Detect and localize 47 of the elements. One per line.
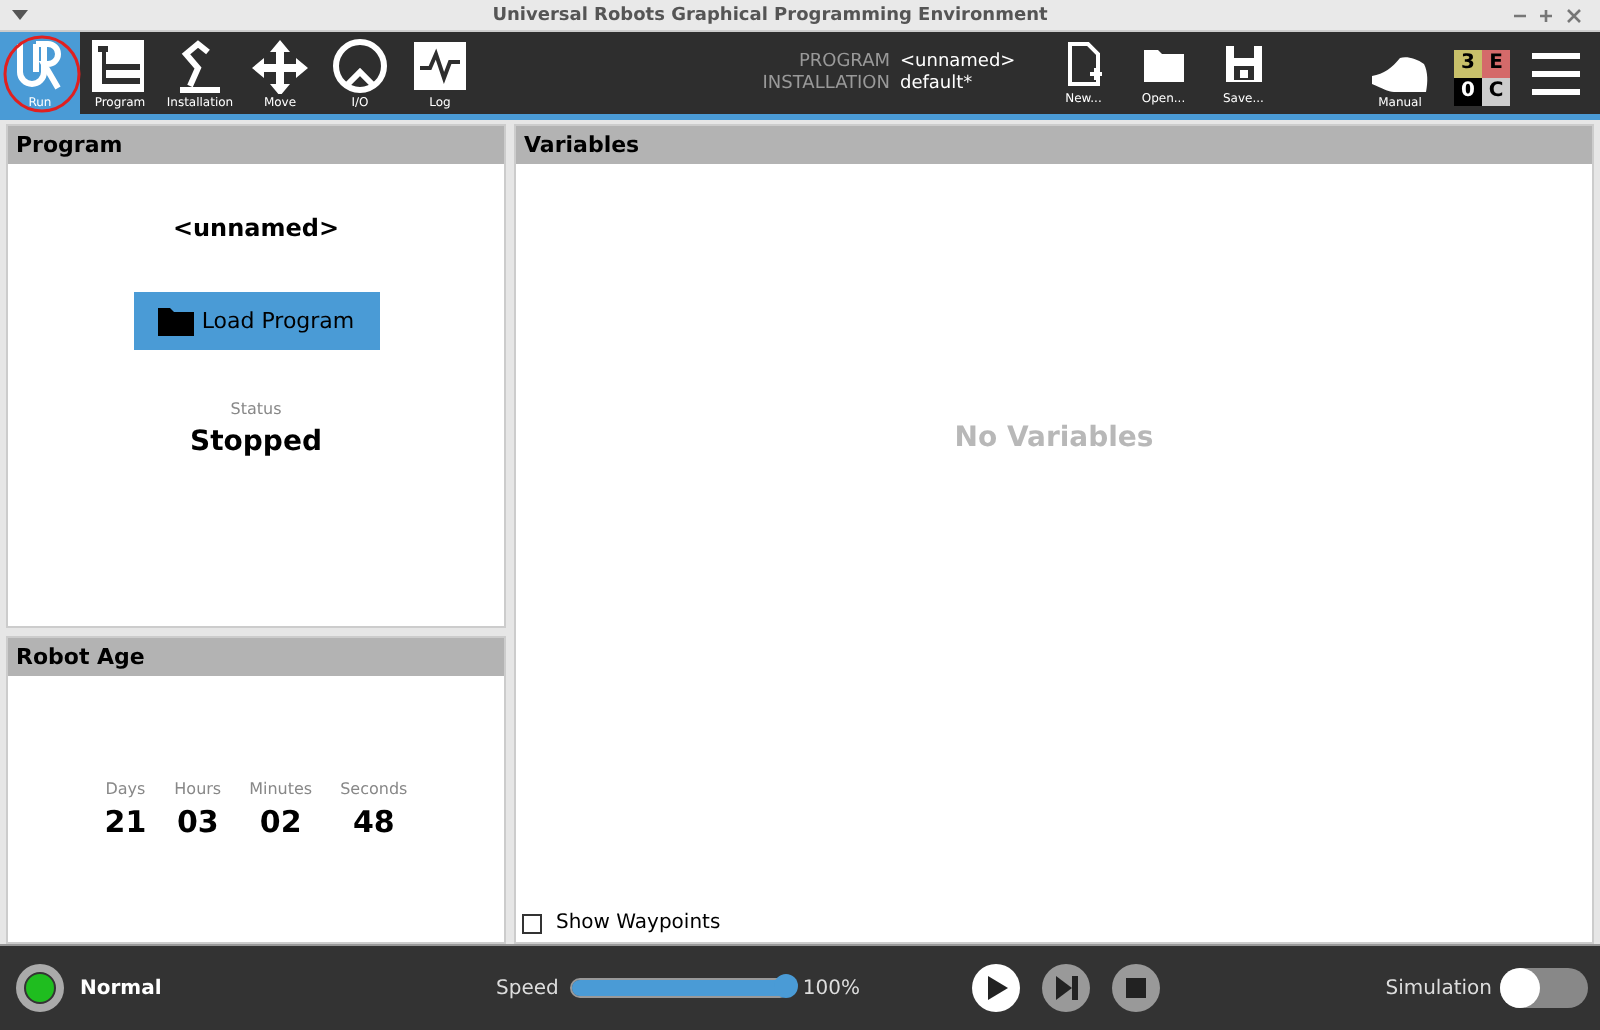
move-arrows-icon bbox=[250, 37, 310, 93]
highlight-circle bbox=[2, 34, 82, 114]
program-tree-icon bbox=[90, 37, 150, 93]
age-unit-label: Hours bbox=[174, 780, 222, 798]
safety-indicator: E bbox=[1482, 49, 1510, 77]
age-unit-label: Minutes bbox=[249, 780, 313, 798]
step-icon bbox=[1051, 974, 1080, 1002]
age-unit-label: Days bbox=[105, 780, 146, 798]
play-button[interactable] bbox=[971, 964, 1020, 1012]
window-controls-icon[interactable] bbox=[1512, 7, 1584, 23]
program-status: Stopped bbox=[190, 426, 322, 458]
info-value: <unnamed> bbox=[900, 52, 1016, 72]
safety-indicator: C bbox=[1482, 77, 1510, 105]
checkbox-label: Show Waypoints bbox=[556, 912, 721, 934]
info-label: INSTALLATION bbox=[760, 74, 890, 94]
panel-header: Program bbox=[8, 126, 504, 164]
speed-reading: 100% bbox=[802, 977, 860, 999]
panel-header: Variables bbox=[516, 126, 1592, 164]
safety-indicator: 0 bbox=[1454, 77, 1482, 105]
menu-icon[interactable] bbox=[1530, 51, 1582, 95]
safety-indicator: 3 bbox=[1454, 49, 1482, 77]
empty-message: No Variables bbox=[954, 422, 1154, 454]
save-icon bbox=[1221, 41, 1266, 85]
robot-state: Normal bbox=[80, 977, 162, 999]
program-name: <unnamed> bbox=[172, 214, 340, 242]
speed-label: Speed bbox=[496, 977, 559, 999]
age-unit-label: Seconds bbox=[340, 780, 408, 798]
simulation-label: Simulation bbox=[1385, 977, 1492, 999]
info-value: default* bbox=[900, 74, 973, 94]
status-light-icon bbox=[16, 964, 64, 1012]
simulation-toggle[interactable] bbox=[1500, 968, 1588, 1008]
age-unit-value: 21 bbox=[104, 804, 147, 840]
checkbox[interactable] bbox=[522, 913, 542, 933]
folder-icon bbox=[157, 306, 194, 336]
info-label: PROGRAM bbox=[796, 52, 890, 72]
window-title: Universal Robots Graphical Programming Environment bbox=[490, 5, 1050, 25]
age-unit-value: 48 bbox=[352, 804, 395, 840]
status-label: Status bbox=[230, 400, 282, 418]
hand-icon bbox=[1370, 52, 1430, 96]
age-unit-value: 03 bbox=[176, 804, 219, 840]
panel-header: Robot Age bbox=[8, 638, 504, 676]
slider-thumb[interactable] bbox=[774, 974, 799, 998]
window-menu-icon[interactable] bbox=[12, 9, 28, 21]
load-program-button[interactable]: Load Program bbox=[133, 292, 379, 350]
chart-icon bbox=[410, 37, 470, 93]
age-unit-value: 02 bbox=[259, 804, 302, 840]
stop-icon bbox=[1121, 974, 1150, 1002]
